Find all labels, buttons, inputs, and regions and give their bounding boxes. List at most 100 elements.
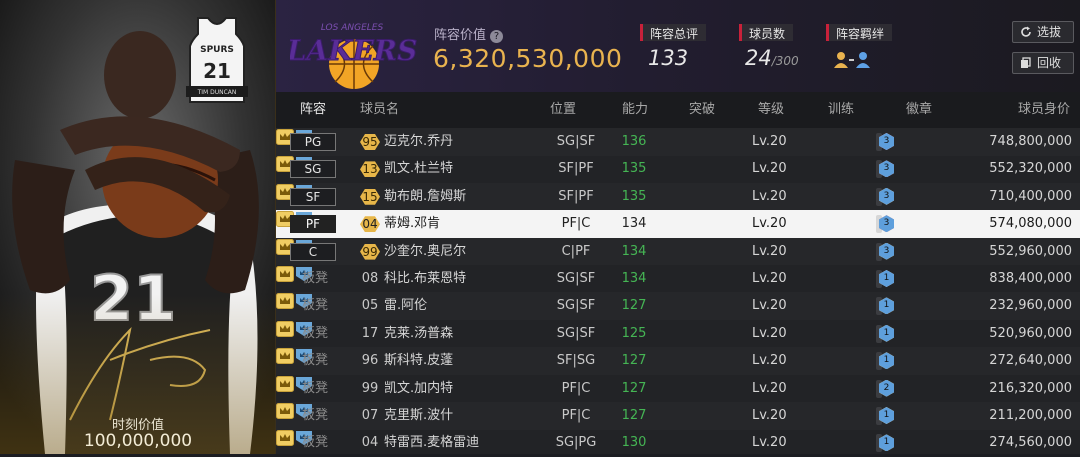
bond-icon[interactable] <box>832 50 878 70</box>
col-badge[interactable]: 徽章 <box>906 92 932 128</box>
lineup-value: 6,320,530,000 <box>433 44 623 73</box>
player-value: 552,320,000 <box>989 161 1072 177</box>
player-name[interactable]: 勒布朗.詹姆斯 <box>384 183 466 210</box>
player-value: 274,560,000 <box>989 435 1072 451</box>
jersey-number: 96 <box>361 353 379 369</box>
player-name[interactable]: 沙奎尔.奥尼尔 <box>384 238 466 265</box>
recycle-button[interactable]: 回收 <box>1012 52 1074 74</box>
col-name[interactable]: 球员名 <box>360 92 399 128</box>
badge-group: 61891 <box>876 434 894 453</box>
crown-icon[interactable] <box>276 375 294 392</box>
col-lineup[interactable]: 阵容 <box>300 92 326 128</box>
badge-group: 22022 <box>876 379 894 398</box>
select-button[interactable]: 选拔 <box>1012 21 1074 43</box>
jersey-number-text: 21 <box>203 59 231 83</box>
player-power: 135 <box>621 188 647 204</box>
player-name[interactable]: 蒂姆.邓肯 <box>384 210 440 237</box>
crown-icon[interactable] <box>276 403 294 419</box>
player-position: SG|PG <box>555 435 597 451</box>
player-name[interactable]: 迈克尔.乔丹 <box>384 128 453 155</box>
col-value[interactable]: 球员身价 <box>1018 92 1070 128</box>
badge-group: 1927123 <box>876 187 894 206</box>
player-value: 272,640,000 <box>989 353 1072 369</box>
jersey-number: 07 <box>361 408 379 423</box>
badge-group: 10292023 <box>876 160 894 179</box>
badge-hexagon: 1 <box>879 407 894 424</box>
crown-icon[interactable] <box>276 320 294 337</box>
col-training[interactable]: 训练 <box>828 92 854 128</box>
col-power[interactable]: 能力 <box>622 92 648 128</box>
crown-icon[interactable] <box>276 266 294 282</box>
player-position: SG|SF <box>556 325 596 341</box>
crown-icon[interactable] <box>276 348 294 365</box>
player-power: 135 <box>621 161 647 177</box>
help-icon[interactable]: ? <box>490 30 504 43</box>
table-row[interactable]: PG 95迈克尔.乔丹 SG|SF 136 Lv.20 2361043 748,800,00… <box>276 128 1080 156</box>
lineup-slot: 板凳 <box>302 435 329 451</box>
badge-group: 81821 <box>876 324 894 343</box>
player-name[interactable]: 科比.布莱恩特 <box>384 265 466 292</box>
card-value: 100,000,000 <box>83 431 193 451</box>
jersey-number-badge: 15 <box>360 188 380 205</box>
crown-icon[interactable] <box>276 430 294 447</box>
player-position: SG|SF <box>556 134 596 149</box>
player-position: PF|C <box>561 408 591 423</box>
jersey-team-text: SPURS <box>200 45 234 55</box>
crown-icon[interactable] <box>276 293 294 310</box>
table-header: 阵容 球员名 位置 能力 突破 等级 训练 徽章 球员身价 <box>276 92 1080 128</box>
player-level: Lv.20 <box>752 188 787 204</box>
lineup-value-label: 阵容价值? <box>434 24 504 43</box>
table-row[interactable]: 板凳 05 雷.阿伦 SG|SF 127 Lv.20 51731 232,960,000 <box>276 292 1080 320</box>
player-count-max: /300 <box>771 54 799 68</box>
player-name[interactable]: 克莱.汤普森 <box>384 320 453 347</box>
badge-group: 1291 <box>876 270 894 288</box>
player-position: SF|SG <box>556 353 596 369</box>
player-level: Lv.20 <box>752 161 787 177</box>
recycle-icon <box>1021 57 1031 68</box>
player-value: 216,320,000 <box>989 380 1072 396</box>
player-name[interactable]: 斯科特.皮蓬 <box>384 347 453 374</box>
logo-text: LAKERS <box>290 34 417 67</box>
player-name[interactable]: 克里斯.波什 <box>384 402 453 429</box>
table-row[interactable]: SF 15勒布朗.詹姆斯 SF|PF 135 Lv.20 1927123 710,400,0… <box>276 182 1080 211</box>
player-value: 710,400,000 <box>989 188 1072 204</box>
lineup-slot: 板凳 <box>302 271 329 286</box>
badge-hexagon: 3 <box>879 242 894 260</box>
player-power: 127 <box>621 298 647 314</box>
lineup-slot: PG <box>290 133 336 151</box>
player-count-label: 球员数 <box>739 24 794 41</box>
col-position[interactable]: 位置 <box>550 92 576 128</box>
player-level: Lv.20 <box>752 271 787 286</box>
roster-table: 阵容 球员名 位置 能力 突破 等级 训练 徽章 球员身价 PG 95 迈克尔.乔丹… <box>276 92 1080 454</box>
table-body: PG 95迈克尔.乔丹 SG|SF 136 Lv.20 2361043 748,800,00… <box>276 128 1080 454</box>
table-row[interactable]: PF 04蒂姆.邓肯 PF|C 134 Lv.20 3241043 574,080,000 <box>276 210 1080 238</box>
player-name[interactable]: 特雷西.麦格雷迪 <box>384 429 479 456</box>
jersey-number: 04 <box>361 435 379 451</box>
player-name[interactable]: 凯文.加内特 <box>384 375 453 402</box>
lineup-rating-label: 阵容总评 <box>640 24 707 41</box>
badge-group: 3241043 <box>876 215 894 234</box>
table-row[interactable]: SG 13凯文.杜兰特 SF|PF 135 Lv.20 10292023 552,320,0… <box>276 155 1080 183</box>
player-count: 24/300 <box>745 46 799 70</box>
player-value: 838,400,000 <box>989 271 1072 286</box>
table-row[interactable]: 板凳 96 斯科特.皮蓬 SF|SG 127 Lv.20 141131 272,640,000 <box>276 347 1080 375</box>
player-power: 134 <box>621 271 647 286</box>
player-position: SG|SF <box>556 298 596 314</box>
table-row[interactable]: 板凳 08 科比.布莱恩特 SG|SF 134 Lv.20 1291 838,400,000 <box>276 265 1080 293</box>
select-button-label: 选拔 <box>1037 25 1062 39</box>
table-row[interactable]: C 99沙奎尔.奥尼尔 C|PF 134 Lv.20 115123 552,960,000 <box>276 237 1080 266</box>
player-card[interactable]: 21 SPURS 21 TIM DUNCAN 时刻价值 100,000,000 <box>0 0 276 454</box>
jersey-icon: SPURS 21 TIM DUNCAN <box>186 17 248 103</box>
table-row[interactable]: 板凳 99 凯文.加内特 PF|C 127 Lv.20 22022 216,320,000 <box>276 375 1080 403</box>
col-breakthrough[interactable]: 突破 <box>689 92 715 128</box>
table-row[interactable]: 板凳 17 克莱.汤普森 SG|SF 125 Lv.20 81821 520,960,000 <box>276 320 1080 348</box>
player-name[interactable]: 凯文.杜兰特 <box>384 155 453 182</box>
table-row[interactable]: 板凳 04 特雷西.麦格雷迪 SG|PG 130 Lv.20 61891 274,560,00… <box>276 429 1080 457</box>
player-name[interactable]: 雷.阿伦 <box>384 292 427 319</box>
lineup-slot: 板凳 <box>302 408 329 423</box>
badge-hexagon: 1 <box>879 270 894 287</box>
badge-hexagon: 3 <box>879 133 894 150</box>
player-position: PF|C <box>561 380 591 396</box>
col-level[interactable]: 等级 <box>758 92 784 128</box>
table-row[interactable]: 板凳 07 克里斯.波什 PF|C 127 Lv.20 91621 211,200,000 <box>276 402 1080 430</box>
